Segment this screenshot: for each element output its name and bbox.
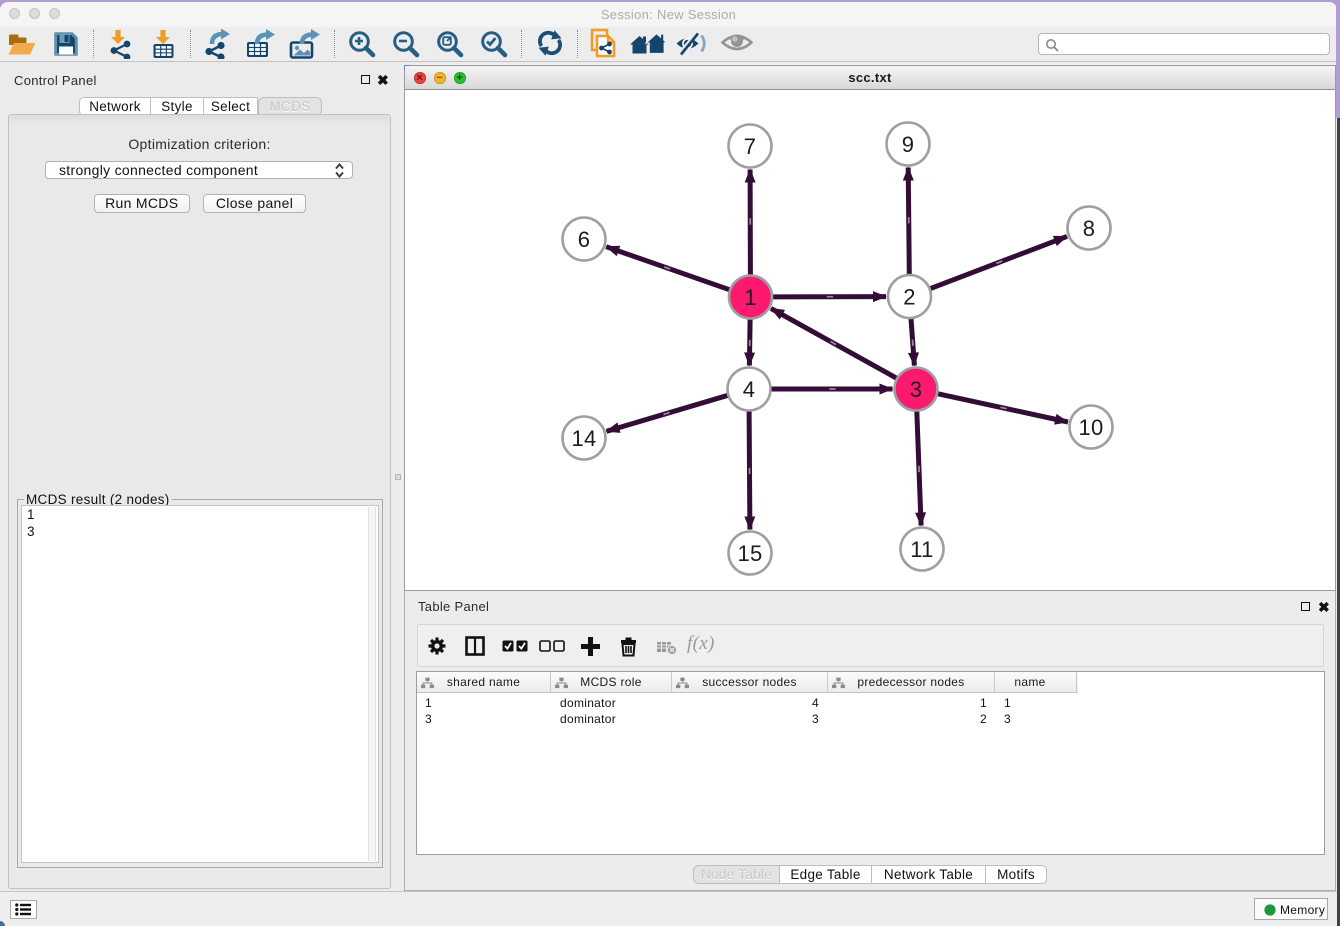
svg-text:9: 9: [902, 132, 915, 157]
svg-text:6: 6: [578, 227, 591, 252]
svg-text:7: 7: [744, 134, 757, 159]
svg-text:10: 10: [1078, 415, 1103, 440]
svg-text:1: 1: [744, 285, 757, 310]
svg-text:11: 11: [910, 537, 933, 562]
svg-text:4: 4: [743, 377, 756, 402]
svg-text:f(x): f(x): [687, 633, 715, 654]
svg-text:14: 14: [571, 426, 596, 451]
svg-text:15: 15: [737, 541, 762, 566]
svg-text:8: 8: [1083, 216, 1096, 241]
svg-text:3: 3: [910, 377, 923, 402]
svg-text:2: 2: [903, 285, 916, 310]
